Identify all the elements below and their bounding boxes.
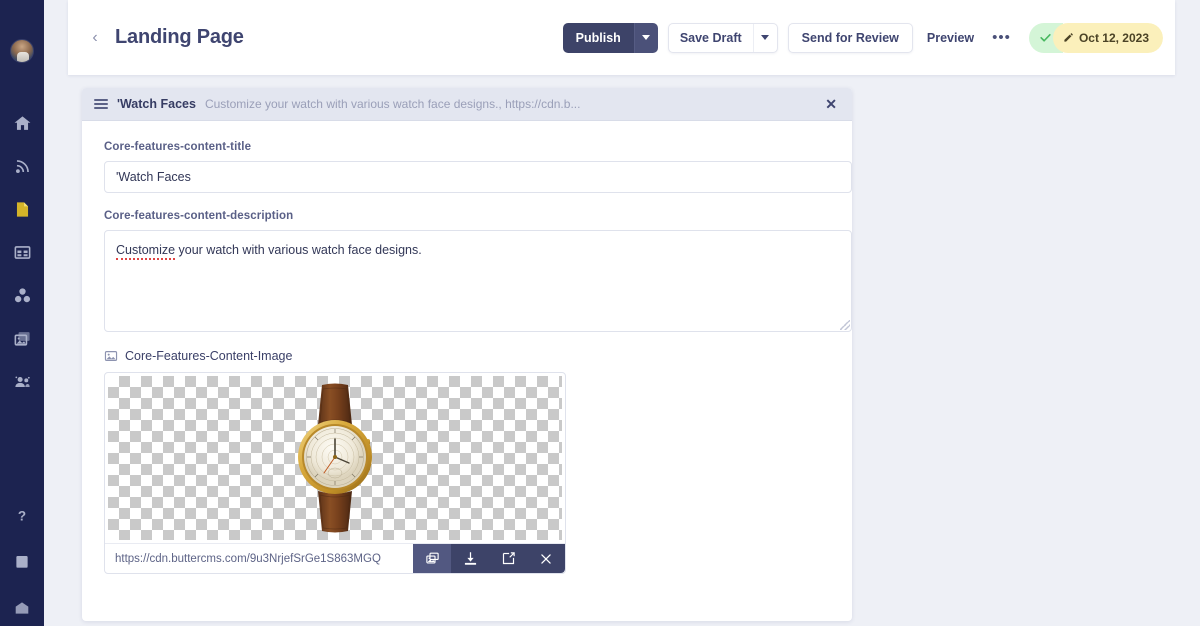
field-title: Core-features-content-title — [104, 141, 852, 193]
download-image-button[interactable] — [451, 544, 489, 574]
sidebar-item-docs[interactable] — [9, 550, 35, 574]
sidebar-item-pages[interactable] — [9, 197, 35, 221]
content-description-textarea[interactable]: Customize your watch with various watch … — [104, 230, 852, 332]
sidebar-nav — [9, 111, 35, 393]
sidebar-item-help[interactable]: ? — [9, 504, 35, 528]
page-title: Landing Page — [115, 26, 244, 48]
collections-icon — [14, 245, 30, 259]
chevron-down-icon — [642, 35, 651, 40]
check-icon — [1040, 33, 1052, 42]
save-draft-dropdown-button[interactable] — [752, 23, 777, 52]
avatar[interactable] — [10, 39, 34, 63]
textarea-resize-handle[interactable] — [840, 320, 850, 330]
chevron-down-icon — [761, 35, 770, 40]
sidebar-item-blog[interactable] — [9, 154, 35, 178]
edit-image-button[interactable] — [489, 544, 527, 574]
image-field-label-row: Core-Features-Content-Image — [104, 349, 830, 363]
sidebar-item-components[interactable] — [9, 283, 35, 307]
component-card-body: Core-features-content-title Core-feature… — [82, 121, 852, 574]
sidebar-item-team[interactable] — [9, 369, 35, 393]
publish-split-button: Publish — [562, 22, 658, 53]
save-draft-split-button: Save Draft — [667, 22, 778, 53]
status-date-label: Oct 12, 2023 — [1078, 30, 1149, 45]
team-icon — [14, 376, 30, 387]
blog-icon — [15, 159, 29, 173]
edit-icon — [502, 552, 515, 565]
left-sidebar: ? — [0, 0, 44, 626]
docs-icon — [16, 556, 28, 568]
preview-button[interactable]: Preview — [923, 23, 978, 53]
more-options-button[interactable]: ••• — [988, 23, 1015, 53]
field-description: Core-features-content-description Custom… — [104, 210, 852, 332]
settings-icon — [15, 602, 29, 614]
send-for-review-button[interactable]: Send for Review — [787, 22, 913, 53]
image-icon — [104, 351, 118, 361]
sidebar-item-collections[interactable] — [9, 240, 35, 264]
sidebar-item-media[interactable] — [9, 326, 35, 350]
replace-image-button[interactable] — [413, 543, 451, 573]
app-root: ? ‹ Landing Page Publish Save Draft Send… — [0, 0, 1200, 626]
page-header: ‹ Landing Page Publish Save Draft Send f… — [68, 0, 1175, 75]
remove-image-button[interactable] — [527, 544, 565, 574]
svg-text:?: ? — [18, 509, 26, 524]
drag-handle-icon[interactable] — [94, 99, 108, 109]
status-date-chip[interactable]: Oct 12, 2023 — [1052, 22, 1163, 53]
field-title-label: Core-features-content-title — [104, 141, 252, 153]
sidebar-item-settings[interactable] — [9, 596, 35, 620]
header-actions: Publish Save Draft Send for Review Previ… — [562, 22, 1175, 53]
watch-image — [298, 383, 372, 533]
field-image: Core-Features-Content-Image https://cdn.… — [104, 349, 830, 574]
sidebar-item-home[interactable] — [9, 111, 35, 135]
media-icon — [14, 331, 30, 346]
publish-button[interactable]: Publish — [562, 22, 634, 53]
publish-dropdown-button[interactable] — [633, 22, 658, 53]
download-icon — [464, 552, 476, 565]
pages-icon — [16, 201, 28, 217]
image-widget: https://cdn.buttercms.com/9u3NrjefSrGe1S… — [104, 372, 566, 574]
back-button[interactable]: ‹ — [84, 27, 106, 49]
image-url-text[interactable]: https://cdn.buttercms.com/9u3NrjefSrGe1S… — [105, 544, 413, 573]
close-icon — [541, 553, 551, 564]
image-preview[interactable] — [108, 376, 562, 540]
description-textarea-wrap: Customize your watch with various watch … — [104, 230, 852, 332]
component-title: 'Watch Faces — [117, 97, 196, 111]
component-card: 'Watch Faces Customize your watch with v… — [82, 88, 852, 621]
image-action-buttons — [413, 543, 565, 574]
help-icon: ? — [18, 509, 26, 524]
description-rest: your watch with various watch face desig… — [175, 243, 422, 257]
image-stack-icon — [425, 552, 439, 564]
field-description-label: Core-features-content-description — [104, 210, 294, 222]
close-icon[interactable]: ✕ — [822, 95, 840, 113]
content-title-input[interactable] — [104, 161, 852, 193]
home-icon — [14, 115, 30, 130]
image-field-label: Core-Features-Content-Image — [125, 349, 293, 363]
image-footer: https://cdn.buttercms.com/9u3NrjefSrGe1S… — [105, 543, 565, 573]
components-icon — [14, 287, 30, 302]
status-badge[interactable]: Oct 12, 2023 — [1028, 22, 1163, 53]
sidebar-bottom-nav: ? — [0, 504, 44, 626]
misspelled-word: Customize — [116, 243, 176, 260]
pencil-icon — [1064, 33, 1073, 42]
save-draft-button[interactable]: Save Draft — [669, 24, 753, 52]
component-subtitle: Customize your watch with various watch … — [204, 97, 581, 111]
component-card-header[interactable]: 'Watch Faces Customize your watch with v… — [82, 88, 852, 121]
